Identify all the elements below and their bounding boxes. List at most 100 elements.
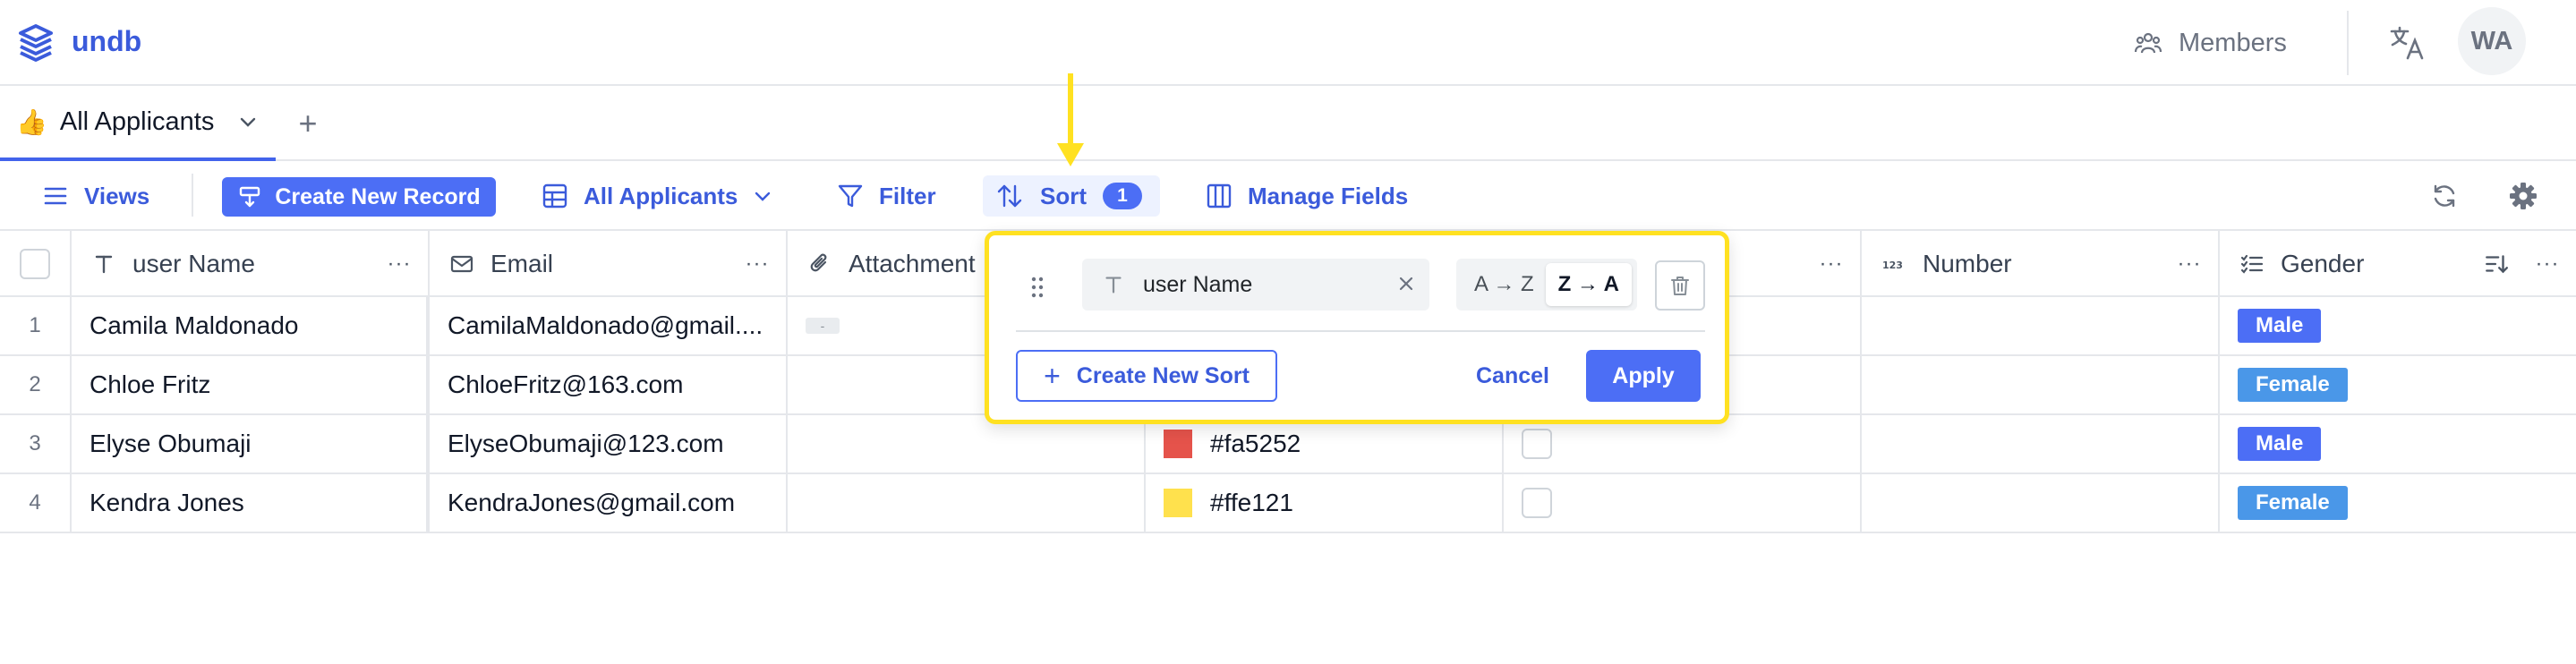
mail-icon — [450, 255, 473, 273]
column-label: Gender — [2281, 250, 2365, 277]
table-row[interactable]: 4 Kendra Jones KendraJones@gmail.com #ff… — [0, 474, 2576, 533]
callout-arrow — [1068, 73, 1073, 147]
attachment-cell[interactable] — [788, 474, 1146, 532]
user-name-cell[interactable]: Kendra Jones — [72, 474, 430, 532]
chevron-down-icon — [755, 192, 771, 201]
sort-direction-toggle: A → Z Z → A — [1456, 259, 1637, 311]
row-checkbox[interactable] — [1522, 488, 1552, 518]
manage-fields-label: Manage Fields — [1248, 182, 1409, 209]
sort-field-select[interactable]: user Name — [1082, 259, 1429, 311]
gender-cell[interactable]: Female — [2220, 356, 2576, 413]
apply-button[interactable]: Apply — [1586, 350, 1701, 402]
filter-icon — [838, 184, 863, 208]
members-label: Members — [2179, 28, 2287, 57]
create-new-record-button[interactable]: Create New Record — [222, 177, 496, 217]
column-menu-button[interactable]: ··· — [2173, 251, 2205, 277]
number-cell[interactable] — [1862, 474, 2220, 532]
column-header-email[interactable]: Email ··· — [430, 231, 788, 297]
email-cell[interactable]: CamilaMaldonado@gmail.... — [430, 297, 788, 354]
trash-icon — [1671, 277, 1689, 295]
add-view-button[interactable]: + — [288, 104, 328, 143]
column-menu-button[interactable]: ··· — [383, 251, 415, 277]
filter-label: Filter — [879, 182, 936, 209]
sort-ascending-option[interactable]: A → Z — [1474, 272, 1534, 297]
text-type-icon — [1105, 277, 1122, 294]
column-label: user Name — [132, 250, 255, 277]
text-type-icon — [95, 255, 113, 274]
close-icon[interactable] — [1395, 273, 1417, 294]
color-value: #ffe121 — [1210, 489, 1293, 516]
user-name-cell[interactable]: Camila Maldonado — [72, 297, 430, 354]
number-type-icon: 123 — [1882, 260, 1903, 271]
plus-icon: + — [1044, 359, 1061, 392]
column-header-gender[interactable]: Gender ··· — [2220, 231, 2576, 297]
members-icon — [2134, 32, 2162, 54]
columns-icon — [1207, 183, 1232, 209]
top-header: undb Members WA — [0, 0, 2576, 86]
view-select-button[interactable]: All Applicants — [541, 174, 773, 218]
user-name-cell[interactable]: Elyse Obumaji — [72, 415, 430, 472]
view-select-label: All Applicants — [584, 182, 738, 209]
sort-button[interactable]: Sort 1 — [983, 175, 1160, 217]
undb-logo-icon[interactable] — [16, 23, 55, 63]
column-label: Attachment — [849, 250, 976, 277]
chevron-down-icon[interactable] — [237, 111, 259, 132]
checkbox-cell[interactable] — [1504, 474, 1862, 532]
number-cell[interactable] — [1862, 297, 2220, 354]
manage-fields-button[interactable]: Manage Fields — [1205, 174, 1408, 218]
column-header-number[interactable]: 123 Number ··· — [1862, 231, 2220, 297]
color-cell[interactable]: #ffe121 — [1146, 474, 1504, 532]
gear-icon[interactable] — [2508, 181, 2538, 211]
gender-tag: Female — [2238, 486, 2348, 520]
cancel-button[interactable]: Cancel — [1454, 350, 1571, 402]
sort-count-badge: 1 — [1103, 183, 1142, 209]
gender-cell[interactable]: Female — [2220, 474, 2576, 532]
gender-cell[interactable]: Male — [2220, 297, 2576, 354]
sort-descending-option[interactable]: Z → A — [1545, 263, 1632, 306]
email-cell[interactable]: ChloeFritz@163.com — [430, 356, 788, 413]
views-button[interactable]: Views — [41, 174, 149, 218]
filter-button[interactable]: Filter — [836, 174, 936, 218]
gender-tag: Male — [2238, 427, 2322, 461]
select-all-checkbox[interactable] — [20, 249, 50, 279]
sort-popover: user Name A → Z Z → A + Create New Sort … — [985, 231, 1729, 424]
translate-icon[interactable] — [2388, 23, 2427, 63]
sort-arrows-icon — [997, 184, 1022, 208]
thumbs-up-icon: 👍 — [16, 107, 47, 136]
select-all-cell — [0, 231, 72, 297]
header-divider — [2347, 11, 2349, 75]
delete-sort-button[interactable] — [1655, 260, 1705, 311]
create-new-sort-button[interactable]: + Create New Sort — [1016, 350, 1277, 402]
attachment-thumbnail[interactable]: - — [806, 318, 840, 334]
tab-all-applicants[interactable]: 👍 All Applicants — [0, 86, 276, 161]
menu-icon — [44, 187, 67, 205]
gender-tag: Female — [2238, 368, 2348, 402]
user-avatar[interactable]: WA — [2458, 7, 2526, 75]
email-cell[interactable]: KendraJones@gmail.com — [430, 474, 788, 532]
paperclip-icon — [810, 253, 827, 272]
select-list-icon — [2240, 254, 2264, 274]
row-checkbox[interactable] — [1522, 429, 1552, 459]
color-swatch — [1164, 430, 1192, 458]
toolbar-divider — [192, 174, 193, 217]
column-menu-button[interactable]: ··· — [2531, 251, 2563, 277]
column-menu-button[interactable]: ··· — [741, 251, 773, 277]
gender-cell[interactable]: Male — [2220, 415, 2576, 472]
email-cell[interactable]: ElyseObumaji@123.com — [430, 415, 788, 472]
members-button[interactable]: Members — [2134, 23, 2287, 63]
color-swatch — [1164, 489, 1192, 517]
views-label: Views — [84, 182, 150, 209]
column-header-user-name[interactable]: user Name ··· — [72, 231, 430, 297]
popover-divider — [1016, 330, 1705, 332]
column-menu-button[interactable]: ··· — [1815, 251, 1847, 277]
number-cell[interactable] — [1862, 356, 2220, 413]
table-grid-icon — [542, 183, 567, 209]
number-cell[interactable] — [1862, 415, 2220, 472]
create-record-icon — [240, 186, 260, 208]
drag-handle-icon[interactable] — [1028, 275, 1046, 300]
refresh-icon[interactable] — [2429, 181, 2460, 211]
brand-name[interactable]: undb — [72, 25, 141, 58]
tab-label: All Applicants — [59, 106, 215, 136]
sort-lines-icon[interactable] — [2483, 251, 2510, 277]
user-name-cell[interactable]: Chloe Fritz — [72, 356, 430, 413]
